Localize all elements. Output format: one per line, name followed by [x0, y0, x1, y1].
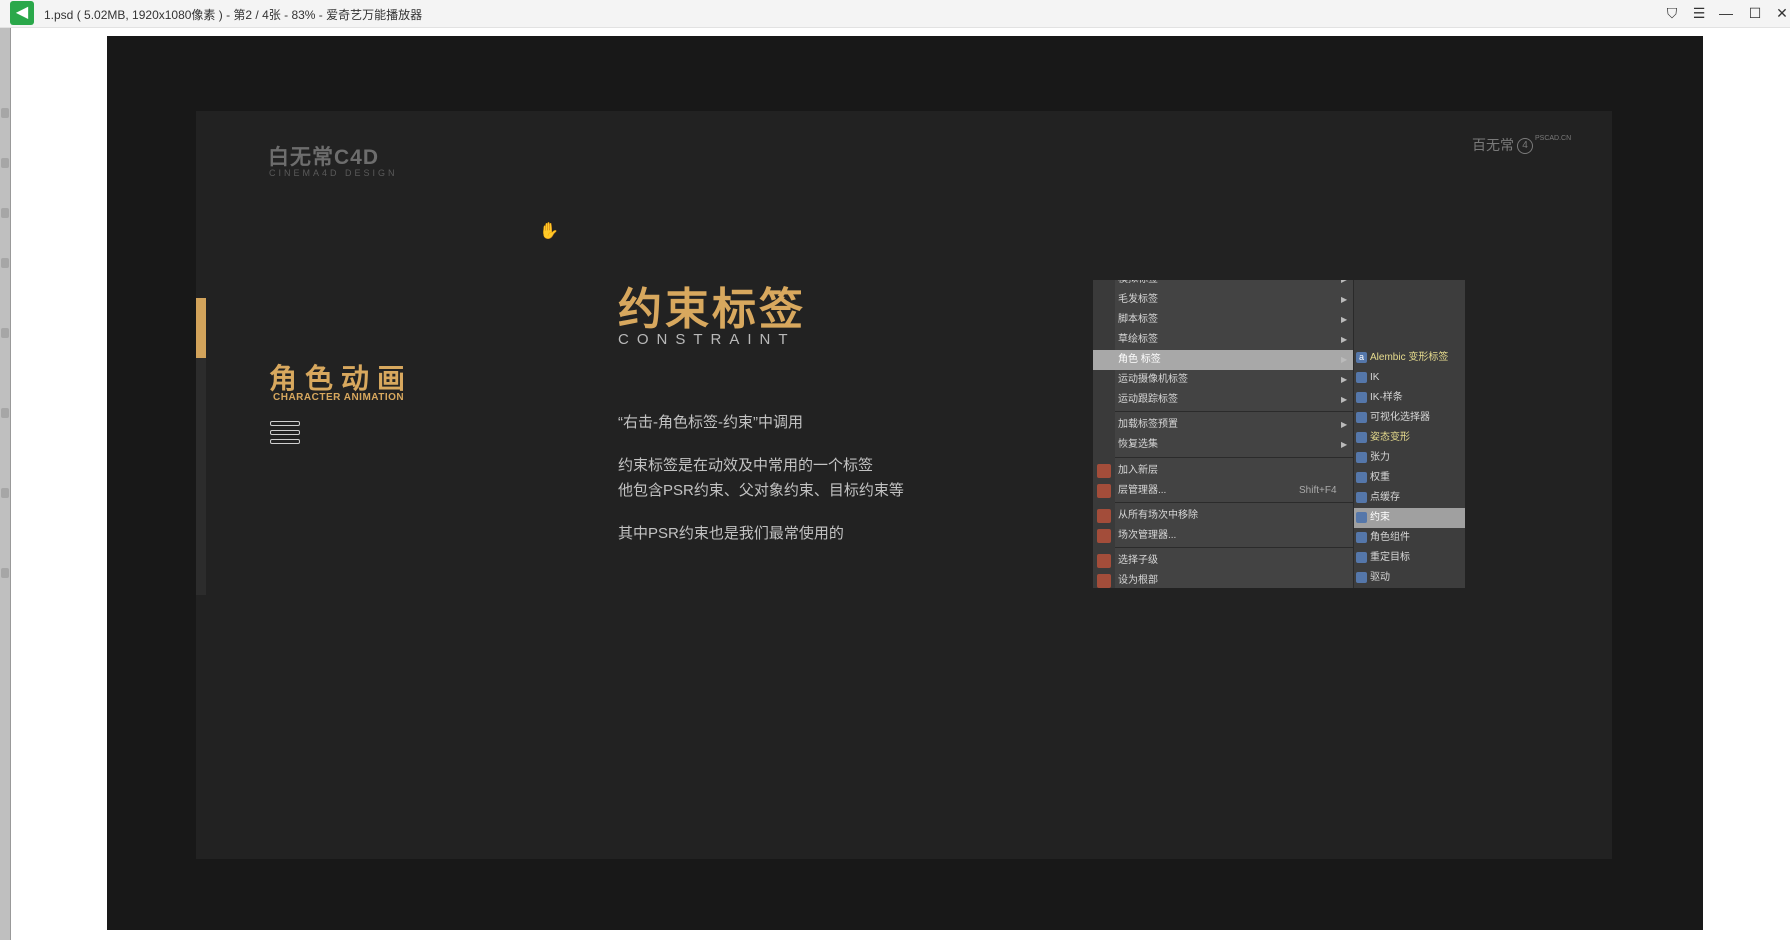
section-subtitle: CHARACTER ANIMATION: [273, 392, 405, 403]
ik-spline-icon: [1356, 392, 1367, 403]
character-component-icon: [1356, 532, 1367, 543]
take-remove-icon: [1097, 509, 1111, 523]
app-logo-icon[interactable]: ◀: [10, 1, 34, 25]
tension-icon: [1356, 452, 1367, 463]
page-title: 约束标签: [618, 285, 806, 334]
brand-logo-subtitle: CINEMA4D DESIGN: [269, 168, 398, 178]
site-logo-text: 百无常: [1472, 137, 1514, 153]
menu-item: 恢复选集 ▶: [1118, 439, 1348, 450]
submenu-item-selected: 约束: [1354, 508, 1465, 528]
pose-morph-icon: [1356, 432, 1367, 443]
strip-tool-icon: [1, 208, 9, 218]
close-icon[interactable]: ✕: [1771, 3, 1790, 23]
submenu-item: 角色组件: [1354, 528, 1465, 548]
skin-icon[interactable]: ⛉: [1661, 3, 1683, 23]
visual-selector-icon: [1356, 412, 1367, 423]
strip-tool-icon: [1, 568, 9, 578]
brand-logo: 白无常C4D: [268, 146, 380, 169]
weight-icon: [1356, 472, 1367, 483]
strip-tool-icon: [1, 158, 9, 168]
background-app-strip: [0, 28, 11, 940]
menu-separator: [1115, 502, 1353, 503]
submenu-item: IK: [1354, 368, 1465, 388]
hand-cursor-icon: ✋: [539, 223, 559, 240]
stack-menu-icon: [270, 421, 300, 444]
submenu-item: 姿态变形: [1354, 428, 1465, 448]
window-title: 1.psd ( 5.02MB, 1920x1080像素 ) - 第2 / 4张 …: [44, 8, 423, 22]
context-menu-main: 模拟标签▶ 毛发标签▶ 脚本标签▶ 草绘标签▶ 角色 标签▶ 运动摄像机标签▶ …: [1093, 280, 1354, 588]
site-logo: 百无常 4PSCAD.CN: [1472, 135, 1571, 155]
section-title: 角色动画: [269, 363, 414, 394]
constraint-icon: [1356, 512, 1367, 523]
strip-tool-icon: [1, 258, 9, 268]
strip-tool-icon: [1, 328, 9, 338]
submenu-item: a Alembic 变形标签: [1354, 348, 1465, 368]
site-logo-mark: 4: [1517, 138, 1533, 155]
select-children-icon: [1097, 554, 1111, 568]
menu-separator: [1115, 457, 1353, 458]
menu-item: 草绘标签 ▶: [1118, 334, 1348, 345]
menu-icon[interactable]: ☰: [1688, 3, 1710, 23]
context-submenu: a Alembic 变形标签 IK IK-样条 可视化选择器 姿态变形 张力 权重…: [1354, 280, 1465, 588]
submenu-item: 权重: [1354, 468, 1465, 488]
ik-icon: [1356, 372, 1367, 383]
submenu-item: 张力: [1354, 448, 1465, 468]
submenu-item: IK-样条: [1354, 388, 1465, 408]
site-logo-domain: PSCAD.CN: [1535, 135, 1572, 142]
menu-item: 场次管理器...: [1093, 526, 1353, 546]
retarget-icon: [1356, 552, 1367, 563]
menu-item: 加载标签预置 ▶: [1118, 419, 1348, 430]
image-viewer-canvas[interactable]: 白无常C4D CINEMA4D DESIGN 百无常 4PSCAD.CN 角色动画…: [107, 36, 1703, 930]
menu-item: 运动跟踪标签 ▶: [1118, 394, 1348, 405]
alembic-icon: a: [1356, 352, 1367, 363]
menu-item: 毛发标签 ▶: [1118, 294, 1348, 305]
menu-item: 从所有场次中移除: [1093, 506, 1353, 526]
submenu-item: 可视化选择器: [1354, 408, 1465, 428]
page-subtitle: CONSTRAINT: [618, 331, 796, 348]
minimize-icon[interactable]: —: [1715, 3, 1737, 23]
point-cache-icon: [1356, 492, 1367, 503]
slide: 白无常C4D CINEMA4D DESIGN 百无常 4PSCAD.CN 角色动画…: [196, 111, 1612, 859]
submenu-item: 重定目标: [1354, 548, 1465, 568]
menu-separator: [1115, 547, 1353, 548]
context-menu-screenshot: 模拟标签▶ 毛发标签▶ 脚本标签▶ 草绘标签▶ 角色 标签▶ 运动摄像机标签▶ …: [1093, 280, 1465, 588]
menu-item-selected: 角色 标签 ▶: [1093, 350, 1353, 370]
progress-indicator: [196, 298, 206, 358]
strip-tool-icon: [1, 408, 9, 418]
window-title-bar: ◀ 1.psd ( 5.02MB, 1920x1080像素 ) - 第2 / 4…: [0, 0, 1790, 28]
driver-icon: [1356, 572, 1367, 583]
body-line: 他包含PSR约束、父对象约束、目标约束等: [618, 482, 904, 499]
set-root-icon: [1097, 574, 1111, 588]
body-line: “右击-角色标签-约束”中调用: [618, 414, 803, 431]
body-line: 其中PSR约束也是我们最常使用的: [618, 525, 844, 542]
menu-item: 层管理器... Shift+F4: [1093, 481, 1353, 501]
strip-tool-icon: [1, 108, 9, 118]
maximize-icon[interactable]: ☐: [1744, 3, 1766, 23]
layer-manager-icon: [1097, 484, 1111, 498]
body-line: 约束标签是在动效及中常用的一个标签: [618, 457, 874, 474]
menu-item: 设为根部: [1093, 571, 1353, 588]
menu-item: 加入新层: [1093, 461, 1353, 481]
menu-separator: [1115, 411, 1353, 412]
submenu-item: 点缓存: [1354, 488, 1465, 508]
layer-icon: [1097, 464, 1111, 478]
submenu-item: 驱动: [1354, 568, 1465, 588]
menu-item: 脚本标签 ▶: [1118, 314, 1348, 325]
menu-item: 选择子级: [1093, 551, 1353, 571]
menu-item: 运动摄像机标签 ▶: [1118, 374, 1348, 385]
strip-tool-icon: [1, 488, 9, 498]
menu-item: 模拟标签▶: [1093, 280, 1353, 290]
take-manager-icon: [1097, 529, 1111, 543]
